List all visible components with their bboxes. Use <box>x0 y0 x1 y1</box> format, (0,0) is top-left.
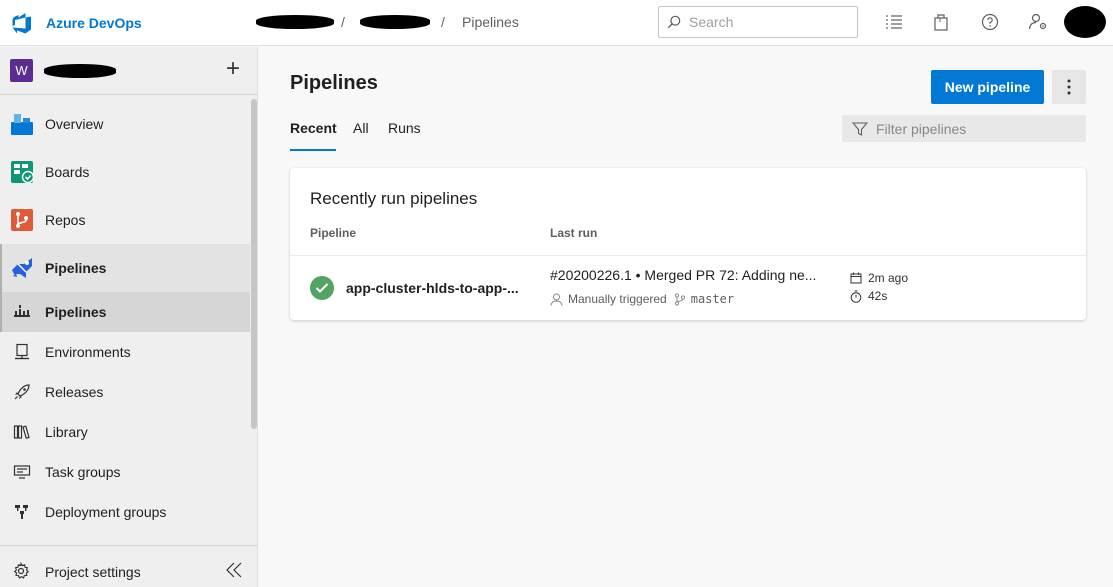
more-vertical-icon <box>1067 79 1071 95</box>
column-header-pipeline: Pipeline <box>310 226 357 240</box>
deployment-groups-icon <box>12 502 32 522</box>
sidebar-item-repos[interactable]: Repos <box>0 196 250 244</box>
sidebar-subitem-library[interactable]: Library <box>0 412 250 452</box>
sidebar-item-label: Repos <box>45 212 86 228</box>
app-name: Azure DevOps <box>46 15 142 31</box>
search-icon <box>667 15 681 29</box>
task-list-icon[interactable] <box>884 12 904 32</box>
sidebar-item-label: Deployment groups <box>45 504 167 520</box>
sidebar-item-label: Task groups <box>45 464 121 480</box>
avatar[interactable] <box>1064 6 1106 38</box>
search-placeholder: Search <box>689 14 734 30</box>
pipeline-name[interactable]: app-cluster-hlds-to-app-... <box>346 280 528 296</box>
top-bar: Azure DevOps / / Pipelines Search <box>0 0 1113 46</box>
active-tab-indicator <box>290 149 336 151</box>
more-actions-button[interactable] <box>1052 70 1086 104</box>
sidebar-item-overview[interactable]: Overview <box>0 100 250 148</box>
sidebar-item-label: Library <box>45 424 88 440</box>
sidebar-subitem-releases[interactable]: Releases <box>0 372 250 412</box>
azure-devops-logo-icon <box>12 13 31 34</box>
trigger-text: Manually triggered <box>568 292 667 306</box>
project-settings-link[interactable]: Project settings <box>0 545 258 587</box>
sidebar-item-label: Environments <box>45 344 131 360</box>
breadcrumb-separator: / <box>341 14 345 30</box>
project-selector[interactable]: W + <box>0 47 258 95</box>
card-title: Recently run pipelines <box>310 189 478 208</box>
releases-icon <box>12 382 32 402</box>
breadcrumb-separator: / <box>441 14 445 30</box>
duration-time: 42s <box>868 289 888 303</box>
stopwatch-icon <box>850 290 862 303</box>
overview-icon <box>10 112 34 136</box>
brand[interactable]: Azure DevOps <box>10 11 142 35</box>
boards-icon <box>10 160 34 184</box>
sidebar-item-label: Pipelines <box>45 304 107 320</box>
filter-placeholder: Filter pipelines <box>876 120 967 137</box>
tab-all[interactable]: All <box>353 120 369 136</box>
sidebar: W + Overview Boards Repos Pipelines Pipe… <box>0 47 258 587</box>
calendar-icon <box>850 272 862 284</box>
breadcrumb-project-redacted[interactable] <box>360 15 430 29</box>
recent-pipelines-card: Recently run pipelines Pipeline Last run… <box>290 168 1086 320</box>
sidebar-subitem-environments[interactable]: Environments <box>0 332 250 372</box>
project-name-redacted <box>44 64 116 78</box>
sidebar-subitem-pipelines[interactable]: Pipelines <box>0 292 250 332</box>
collapse-sidebar-icon[interactable] <box>224 561 244 582</box>
project-settings-label: Project settings <box>45 564 141 580</box>
environments-icon <box>12 342 32 362</box>
column-header-last-run: Last run <box>550 226 598 240</box>
pipelines-sub-icon <box>12 302 32 322</box>
library-icon <box>12 422 32 442</box>
sidebar-item-label: Boards <box>45 164 90 180</box>
user-settings-icon[interactable] <box>1028 12 1048 32</box>
branch-name: master <box>690 292 735 306</box>
breadcrumb-org-redacted[interactable] <box>256 15 334 29</box>
tab-recent[interactable]: Recent <box>290 120 337 136</box>
sidebar-item-label: Pipelines <box>45 260 107 276</box>
filter-icon <box>852 121 868 136</box>
repos-icon <box>10 208 34 232</box>
new-pipeline-button[interactable]: New pipeline <box>931 70 1044 104</box>
sidebar-item-label: Overview <box>45 116 104 132</box>
started-time: 2m ago <box>868 271 909 285</box>
tab-runs[interactable]: Runs <box>388 120 421 136</box>
run-title[interactable]: #20200226.1 • Merged PR 72: Adding ne... <box>550 267 826 283</box>
pipelines-icon <box>10 256 34 280</box>
person-icon <box>550 293 563 306</box>
gear-icon <box>12 561 30 583</box>
sidebar-item-boards[interactable]: Boards <box>0 148 250 196</box>
sidebar-subitem-deployment-groups[interactable]: Deployment groups <box>0 492 250 532</box>
sidebar-item-pipelines[interactable]: Pipelines <box>0 244 250 292</box>
page-title: Pipelines <box>290 72 378 94</box>
success-status-icon <box>310 276 334 300</box>
filter-pipelines-input[interactable]: Filter pipelines <box>842 115 1086 142</box>
sidebar-subitem-task-groups[interactable]: Task groups <box>0 452 250 492</box>
sidebar-scrollbar[interactable] <box>251 99 257 429</box>
run-duration: 42s <box>850 289 887 303</box>
search-input[interactable]: Search <box>658 6 858 38</box>
table-row[interactable]: app-cluster-hlds-to-app-... #20200226.1 … <box>290 256 1086 320</box>
sidebar-item-label: Releases <box>45 384 104 400</box>
run-started: 2m ago <box>850 271 908 285</box>
project-avatar: W <box>10 59 33 82</box>
run-meta: Manually triggered master <box>550 292 734 306</box>
marketplace-bag-icon[interactable] <box>931 12 951 32</box>
add-icon[interactable]: + <box>222 57 244 81</box>
task-groups-icon <box>12 462 32 482</box>
help-icon[interactable] <box>980 12 1000 32</box>
breadcrumb-current[interactable]: Pipelines <box>462 14 519 30</box>
branch-icon <box>674 292 685 306</box>
